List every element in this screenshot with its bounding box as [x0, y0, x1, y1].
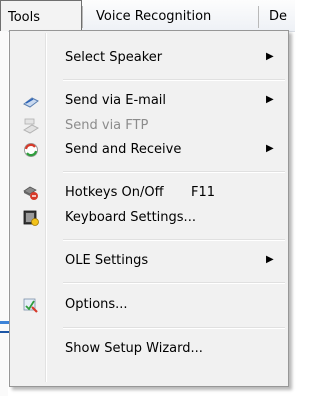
menu-truncated[interactable]: De	[269, 0, 287, 31]
menu-item-ole-settings[interactable]: OLE Settings ▶	[12, 249, 286, 273]
tools-dropdown-menu: Select Speaker ▶ Send via E-mail ▶ Send …	[9, 30, 289, 387]
menu-item-label: Hotkeys On/Off	[65, 185, 164, 200]
menu-separator	[63, 79, 285, 81]
menu-separator	[63, 239, 285, 241]
submenu-arrow-icon: ▶	[266, 143, 274, 154]
menu-separator	[82, 6, 83, 28]
keyboard-settings-icon	[23, 210, 39, 226]
submenu-arrow-icon: ▶	[266, 51, 274, 62]
shortcut-label: F11	[191, 185, 216, 200]
menu-item-label: Send via FTP	[65, 118, 149, 133]
menu-item-send-via-ftp[interactable]: Send via FTP	[12, 114, 286, 138]
menu-item-label: Select Speaker	[65, 50, 163, 65]
menu-bar: Tools Voice Recognition De	[0, 0, 295, 32]
background-mark	[0, 321, 9, 324]
ftp-icon	[22, 118, 40, 134]
menu-separator	[63, 327, 285, 329]
menu-item-label: OLE Settings	[65, 253, 149, 268]
menu-item-send-and-receive[interactable]: Send and Receive ▶	[12, 138, 286, 162]
menu-separator	[63, 171, 285, 173]
menu-item-keyboard-settings[interactable]: Keyboard Settings...	[12, 206, 286, 230]
menu-item-options[interactable]: Options...	[12, 293, 286, 317]
menu-voice-recognition[interactable]: Voice Recognition	[96, 0, 211, 31]
background-mark	[0, 331, 9, 333]
menu-item-show-setup-wizard[interactable]: Show Setup Wizard...	[12, 337, 286, 361]
menu-separator	[63, 282, 285, 284]
menu-item-hotkeys-toggle[interactable]: Hotkeys On/Off F11	[12, 181, 286, 205]
menu-item-label: Show Setup Wizard...	[65, 341, 203, 356]
submenu-arrow-icon: ▶	[266, 94, 274, 105]
submenu-arrow-icon: ▶	[266, 254, 274, 265]
menu-item-label: Send via E-mail	[65, 93, 167, 108]
menu-item-select-speaker[interactable]: Select Speaker ▶	[12, 46, 286, 70]
menu-item-send-via-email[interactable]: Send via E-mail ▶	[12, 89, 286, 113]
menu-separator	[258, 6, 259, 28]
background-window-edge	[0, 31, 9, 396]
menu-item-label: Send and Receive	[65, 142, 182, 157]
menu-tools[interactable]: Tools	[0, 0, 82, 31]
options-icon	[23, 297, 39, 313]
send-receive-icon	[23, 142, 39, 158]
menu-item-label: Keyboard Settings...	[65, 210, 196, 225]
email-icon	[23, 93, 39, 109]
hotkeys-icon	[23, 185, 39, 201]
menu-item-label: Options...	[65, 297, 128, 312]
